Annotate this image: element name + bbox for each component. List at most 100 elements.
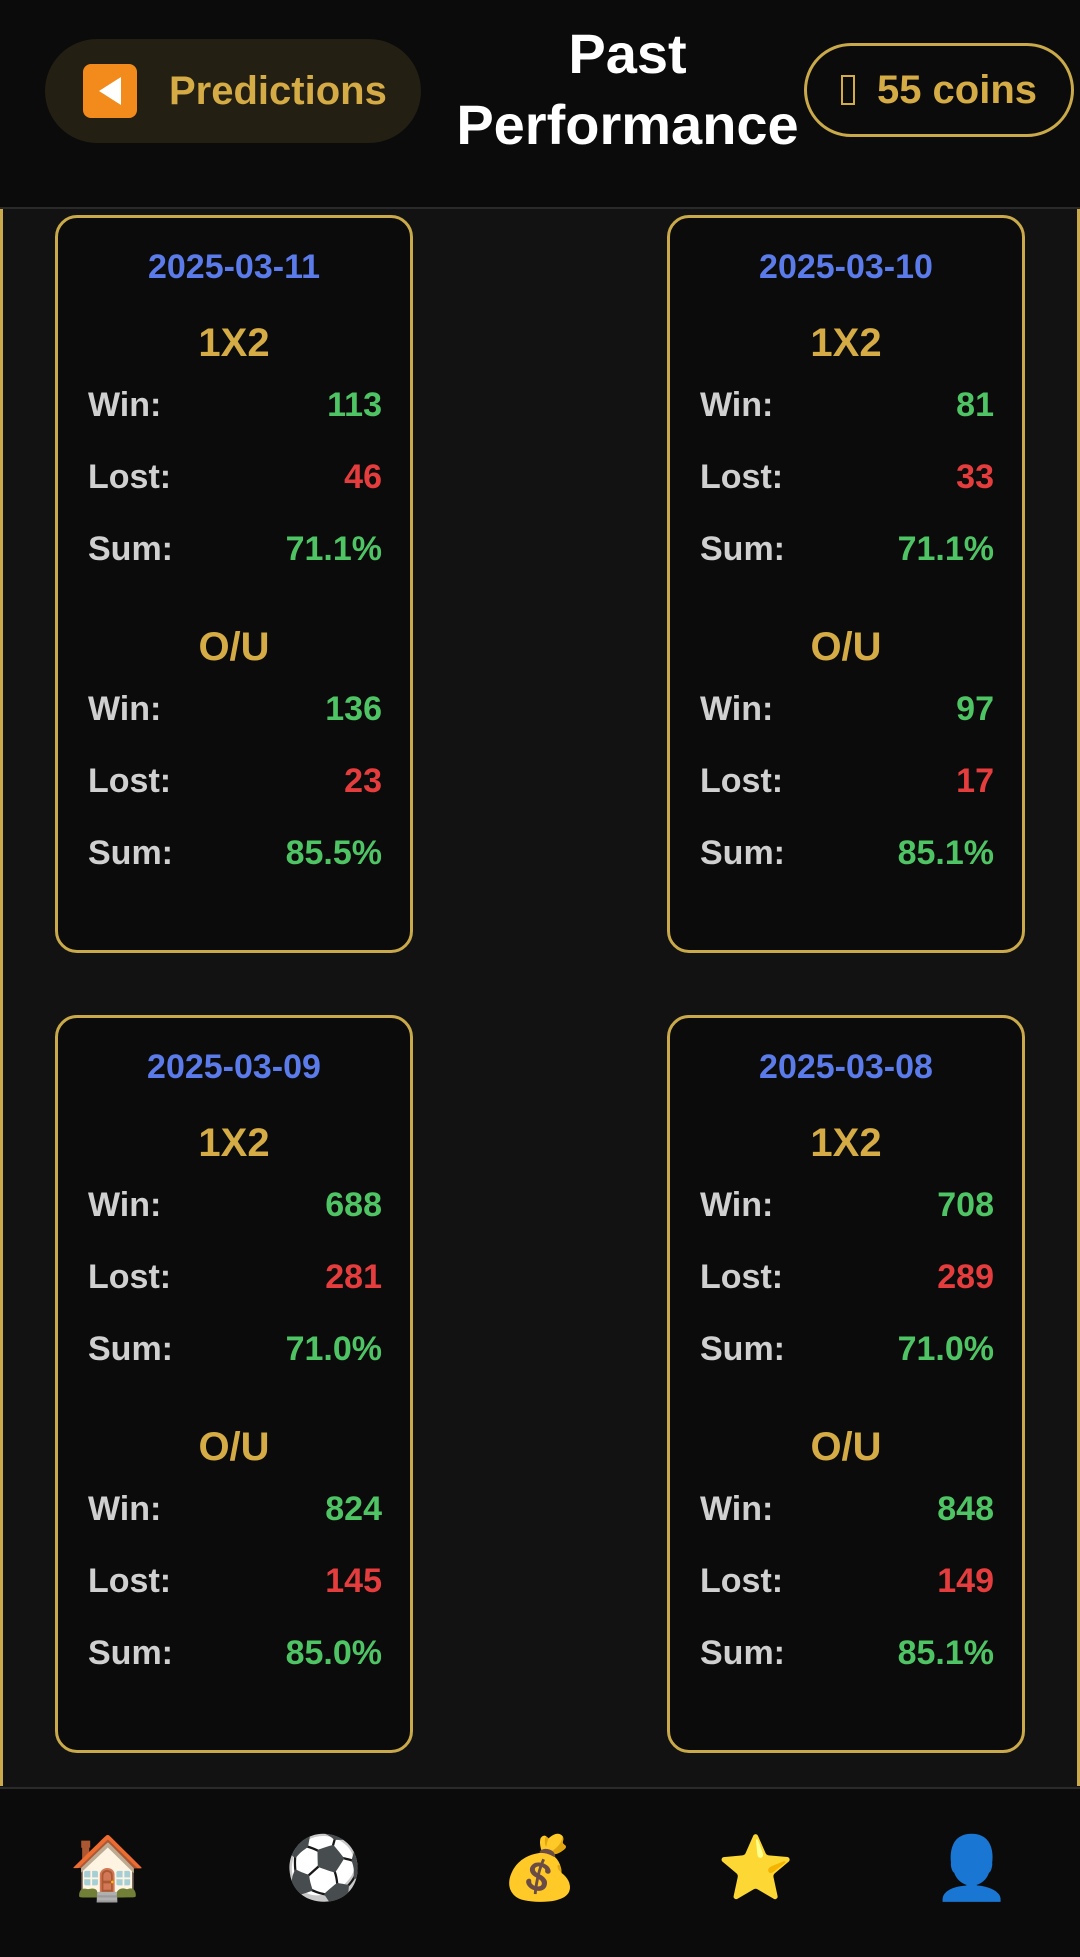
money-bag-icon: 💰 bbox=[501, 1834, 579, 1903]
sum-value: 71.0% bbox=[897, 1330, 994, 1368]
row-1x2-lost: Lost: 281 bbox=[88, 1258, 382, 1297]
back-button-label: Predictions bbox=[169, 68, 387, 113]
row-ou-sum: Sum: 85.1% bbox=[700, 1634, 994, 1673]
back-arrow-icon bbox=[83, 64, 137, 118]
row-ou-lost: Lost: 17 bbox=[700, 762, 994, 801]
row-ou-sum: Sum: 85.5% bbox=[88, 834, 382, 873]
nav-wallet[interactable]: 💰 bbox=[500, 1829, 580, 1909]
lost-value: 33 bbox=[956, 458, 994, 496]
lost-label: Lost: bbox=[700, 458, 784, 496]
row-ou-win: Win: 97 bbox=[700, 690, 994, 729]
win-label: Win: bbox=[700, 690, 774, 728]
row-1x2-sum: Sum: 71.1% bbox=[700, 530, 994, 569]
row-ou-sum: Sum: 85.0% bbox=[88, 1634, 382, 1673]
sum-value: 85.1% bbox=[897, 1634, 994, 1672]
card-date: 2025-03-11 bbox=[147, 248, 321, 286]
win-label: Win: bbox=[88, 1186, 162, 1224]
win-label: Win: bbox=[88, 690, 162, 728]
row-1x2-lost: Lost: 289 bbox=[700, 1258, 994, 1297]
sum-label: Sum: bbox=[700, 1634, 785, 1672]
row-1x2-sum: Sum: 71.1% bbox=[88, 530, 382, 569]
lost-value: 17 bbox=[956, 762, 994, 800]
sum-value: 71.1% bbox=[285, 530, 382, 568]
row-1x2-sum: Sum: 71.0% bbox=[700, 1330, 994, 1369]
row-1x2-lost: Lost: 46 bbox=[88, 458, 382, 497]
win-value: 97 bbox=[956, 690, 994, 728]
row-ou-win: Win: 136 bbox=[88, 690, 382, 729]
sum-label: Sum: bbox=[88, 834, 173, 872]
page-title: Past Performance bbox=[430, 18, 825, 160]
section-title-ou: O/U bbox=[198, 625, 270, 669]
page-title-line1: Past bbox=[568, 22, 687, 85]
row-1x2-sum: Sum: 71.0% bbox=[88, 1330, 382, 1369]
win-label: Win: bbox=[700, 386, 774, 424]
page-title-line2: Performance bbox=[456, 93, 799, 156]
sum-label: Sum: bbox=[700, 834, 785, 872]
row-ou-lost: Lost: 149 bbox=[700, 1562, 994, 1601]
bottom-nav: 🏠 ⚽ 💰 ⭐ 👤 bbox=[0, 1787, 1080, 1957]
performance-card: 2025-03-10 1X2 Win: 81 Lost: 33 Sum: 71.1% … bbox=[667, 215, 1025, 953]
nav-matches[interactable]: ⚽ bbox=[284, 1829, 364, 1909]
section-title-1x2: 1X2 bbox=[198, 1121, 270, 1165]
sum-value: 85.5% bbox=[285, 834, 382, 872]
section-title-ou: O/U bbox=[198, 1425, 270, 1469]
win-value: 708 bbox=[937, 1186, 994, 1224]
row-ou-win: Win: 848 bbox=[700, 1490, 994, 1529]
performance-card: 2025-03-09 1X2 Win: 688 Lost: 281 Sum: 71.0… bbox=[55, 1015, 413, 1753]
win-value: 113 bbox=[327, 386, 382, 424]
lost-label: Lost: bbox=[88, 1258, 172, 1296]
win-value: 81 bbox=[956, 386, 994, 424]
section-title-ou: O/U bbox=[810, 1425, 882, 1469]
section-title-1x2: 1X2 bbox=[198, 321, 270, 365]
win-value: 848 bbox=[937, 1490, 994, 1528]
lost-value: 23 bbox=[344, 762, 382, 800]
lost-label: Lost: bbox=[700, 762, 784, 800]
sum-value: 85.0% bbox=[285, 1634, 382, 1672]
lost-value: 281 bbox=[325, 1258, 382, 1296]
row-1x2-win: Win: 708 bbox=[700, 1186, 994, 1225]
row-ou-lost: Lost: 23 bbox=[88, 762, 382, 801]
lost-value: 289 bbox=[937, 1258, 994, 1296]
card-date: 2025-03-08 bbox=[759, 1048, 933, 1086]
sum-label: Sum: bbox=[700, 530, 785, 568]
profile-icon: 👤 bbox=[933, 1834, 1011, 1903]
row-1x2-win: Win: 688 bbox=[88, 1186, 382, 1225]
nav-profile[interactable]: 👤 bbox=[932, 1829, 1012, 1909]
row-ou-win: Win: 824 bbox=[88, 1490, 382, 1529]
sum-label: Sum: bbox=[700, 1330, 785, 1368]
win-label: Win: bbox=[700, 1490, 774, 1528]
sum-label: Sum: bbox=[88, 530, 173, 568]
lost-label: Lost: bbox=[88, 762, 172, 800]
nav-home[interactable]: 🏠 bbox=[68, 1829, 148, 1909]
header: Predictions Past Performance 55 coins bbox=[0, 0, 1080, 209]
sum-value: 71.1% bbox=[897, 530, 994, 568]
lost-label: Lost: bbox=[700, 1562, 784, 1600]
coin-icon bbox=[840, 75, 855, 105]
star-icon: ⭐ bbox=[717, 1834, 795, 1903]
row-1x2-win: Win: 81 bbox=[700, 386, 994, 425]
section-title-1x2: 1X2 bbox=[810, 1121, 882, 1165]
lost-label: Lost: bbox=[88, 1562, 172, 1600]
row-1x2-win: Win: 113 bbox=[88, 386, 382, 425]
card-date: 2025-03-09 bbox=[147, 1048, 321, 1086]
performance-card: 2025-03-11 1X2 Win: 113 Lost: 46 Sum: 71.1%… bbox=[55, 215, 413, 953]
nav-favorites[interactable]: ⭐ bbox=[716, 1829, 796, 1909]
win-value: 688 bbox=[325, 1186, 382, 1224]
performance-list[interactable]: 2025-03-11 1X2 Win: 113 Lost: 46 Sum: 71.1%… bbox=[0, 209, 1080, 1786]
win-label: Win: bbox=[700, 1186, 774, 1224]
win-value: 824 bbox=[325, 1490, 382, 1528]
sum-value: 71.0% bbox=[285, 1330, 382, 1368]
row-1x2-lost: Lost: 33 bbox=[700, 458, 994, 497]
sum-label: Sum: bbox=[88, 1634, 173, 1672]
back-to-predictions-button[interactable]: Predictions bbox=[45, 39, 421, 143]
card-date: 2025-03-10 bbox=[759, 248, 933, 286]
row-ou-lost: Lost: 145 bbox=[88, 1562, 382, 1601]
home-icon: 🏠 bbox=[69, 1834, 147, 1903]
win-value: 136 bbox=[325, 690, 382, 728]
lost-label: Lost: bbox=[700, 1258, 784, 1296]
soccer-ball-icon: ⚽ bbox=[285, 1834, 363, 1903]
lost-value: 46 bbox=[344, 458, 382, 496]
coins-label: 55 coins bbox=[876, 67, 1038, 112]
lost-label: Lost: bbox=[88, 458, 172, 496]
coins-balance-button[interactable]: 55 coins bbox=[804, 43, 1074, 137]
